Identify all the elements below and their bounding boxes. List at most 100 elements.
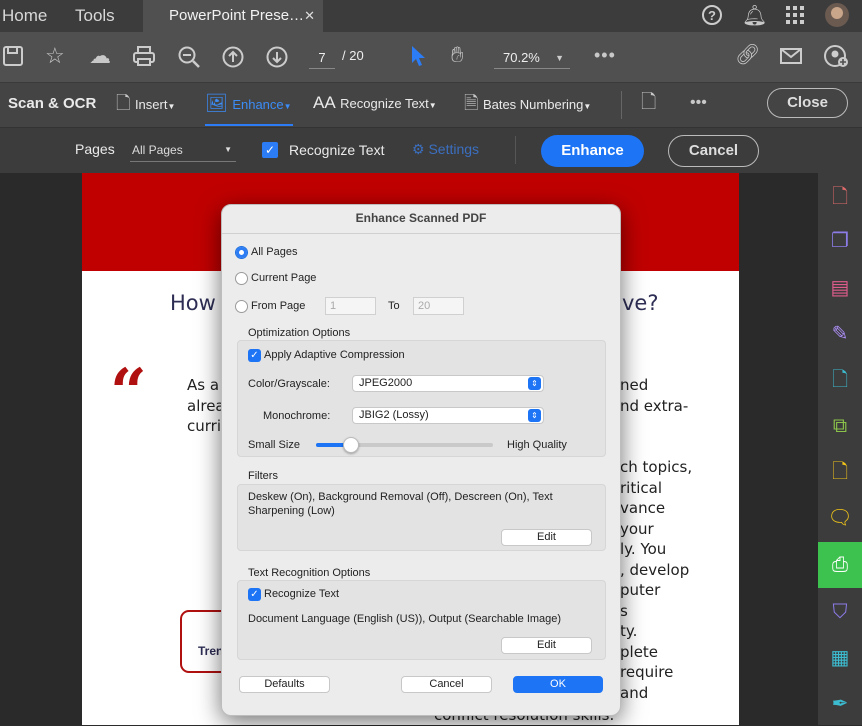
home-tab[interactable]: Home [2,0,47,32]
quality-slider-handle[interactable] [343,437,360,453]
text-recognition-edit-button[interactable]: Edit [501,637,592,654]
tool-title: Scan & OCR [8,95,97,112]
recognize-text-label: Recognize Text [340,96,429,111]
optimization-panel: ✓ Apply Adaptive Compression Color/Grays… [237,340,606,457]
zoom-out-icon[interactable] [178,46,200,73]
text-line: puter [620,581,661,599]
comment-icon[interactable]: 🗨︎ [818,496,862,540]
tools-tab[interactable]: Tools [75,0,115,32]
settings-label: Settings [428,141,480,157]
enhance-dialog: Enhance Scanned PDF All Pages Current Pa… [221,204,621,716]
dialog-cancel-button[interactable]: Cancel [401,676,492,693]
color-select[interactable]: JPEG2000 ⇕ [352,375,544,392]
more-options-icon[interactable]: ••• [690,93,707,113]
certificate-icon[interactable]: ✒ [818,682,862,726]
upload-cloud-icon[interactable]: ☁ [89,45,111,67]
combine-files-icon[interactable]: ❐ [818,219,862,263]
page-number-input[interactable]: 7 [309,47,335,69]
organize-pages-icon[interactable]: ▤ [818,266,862,310]
zoom-select[interactable]: 70.2% ▼ [494,47,570,69]
add-user-icon[interactable] [824,45,848,72]
main-toolbar: ☆ ☁ 7 / 20 ✋︎ 70.2% ▼ ••• 🔗︎ [0,32,862,82]
page-settings-icon[interactable]: 🗋︎ [641,93,656,113]
bates-label: Bates Numbering [482,97,584,112]
enhance-button[interactable]: Enhance [541,135,644,167]
all-pages-radio[interactable] [235,246,248,259]
recognize-text-checkbox[interactable]: ✓ [248,588,261,601]
email-icon[interactable] [780,48,802,69]
pages-label: Pages [75,141,115,157]
text-line: ty. [620,622,638,640]
text-line: ch topics, [620,458,693,476]
to-page-input[interactable]: 20 [413,297,464,315]
slide-heading-right: ve? [622,291,659,315]
right-tool-rail: 🗋︎ ❐ ▤ ✎ 🗋︎ ⧉ 🗋︎ 🗨︎ ⎙ ⛉ ▦ ✒ [818,173,862,725]
close-button[interactable]: Close [767,88,848,118]
recognize-text-button[interactable]: AA Recognize Text▼ [313,93,437,113]
scan-ocr-active-icon[interactable]: ⎙ [818,542,862,588]
bell-icon[interactable]: 🔔︎ [742,6,767,26]
previous-page-icon[interactable] [222,46,244,73]
avatar[interactable] [825,3,849,27]
text-right-column: ch topics, ritical vance your ly. You , … [620,457,692,703]
chevron-down-icon: ▼ [555,53,564,63]
share-link-icon[interactable]: 🔗︎ [735,45,760,65]
color-value: JPEG2000 [359,377,413,389]
select-cursor-icon[interactable] [409,45,427,72]
defaults-button[interactable]: Defaults [239,676,330,693]
slide-heading-left: How [170,291,216,315]
mono-select[interactable]: JBIG2 (Lossy) ⇕ [352,407,544,424]
enhance-tool-button[interactable]: 🖼︎ Enhance▼ [205,93,293,126]
text-line: , develop [620,560,690,579]
insert-button[interactable]: 🗋︎ Insert▼ [116,93,175,114]
hand-tool-icon[interactable]: ✋︎ [451,44,464,66]
current-page-radio[interactable] [235,272,248,285]
enhance-icon: 🖼︎ [205,93,228,113]
chevron-down-icon: ▼ [224,145,232,154]
recognize-text-label: Recognize Text [264,588,340,600]
bates-numbering-button[interactable]: 🗎︎ Bates Numbering▼ [464,93,591,114]
help-icon[interactable]: ? [702,5,722,25]
scan-ocr-toolbar: Scan & OCR 🗋︎ Insert▼ 🖼︎ Enhance▼ AA Rec… [0,82,862,127]
to-label: To [388,300,400,312]
menu-bar: Home Tools PowerPoint Prese… ✕ ? 🔔︎ [0,0,862,33]
adaptive-compression-label: Apply Adaptive Compression [264,349,405,361]
text-line: and [620,683,649,702]
close-tab-icon[interactable]: ✕ [304,0,315,32]
print-icon[interactable] [133,46,155,71]
more-icon[interactable]: ••• [594,45,616,65]
save-icon[interactable] [3,46,23,71]
pages-select[interactable]: All Pages ▼ [130,140,236,162]
rich-media-icon[interactable]: ▦ [818,636,862,680]
text-right-top: ned nd extra- [620,375,688,416]
adaptive-compression-checkbox[interactable]: ✓ [248,349,261,362]
cancel-button[interactable]: Cancel [668,135,759,167]
document-tab[interactable]: PowerPoint Prese… ✕ [143,0,323,33]
recognize-text-checkbox[interactable]: ✓ [262,142,278,158]
page-count: / 20 [342,48,364,63]
edit-pdf-icon[interactable]: 🗋︎ [818,450,862,494]
create-pdf-icon[interactable]: 🗋︎ [818,175,862,219]
divider [621,91,622,119]
from-page-label: From Page [251,300,306,312]
fill-sign-icon[interactable]: ✎ [818,312,862,356]
quality-slider[interactable] [316,437,493,453]
apps-grid-icon[interactable] [786,6,804,24]
export-pdf-icon[interactable]: 🗋︎ [818,358,862,402]
compare-icon[interactable]: ⧉ [818,404,862,448]
next-page-icon[interactable] [266,46,288,73]
from-page-radio[interactable] [235,300,248,313]
filters-edit-button[interactable]: Edit [501,529,592,546]
settings-link[interactable]: ⚙︎ Settings [412,141,479,158]
gear-icon: ⚙︎ [412,141,425,157]
from-page-input[interactable]: 1 [325,297,376,315]
chevron-updown-icon: ⇕ [528,377,541,390]
recognize-text-option: Recognize Text [289,142,385,158]
star-icon[interactable]: ☆ [45,45,65,67]
ok-button[interactable]: OK [513,676,603,693]
chevron-updown-icon: ⇕ [528,409,541,422]
all-pages-label: All Pages [251,246,298,258]
current-page-label: Current Page [251,272,317,284]
text-line: ned [620,376,649,394]
protect-icon[interactable]: ⛉ [818,590,862,634]
